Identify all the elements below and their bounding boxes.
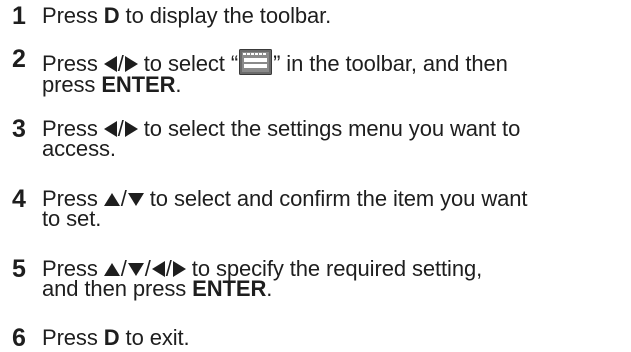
key-d: D: [103, 3, 120, 28]
right-triangle-icon: [172, 261, 186, 277]
step-text-part: and then press: [42, 276, 193, 301]
up-triangle-icon: [103, 263, 120, 276]
key-enter: ENTER: [192, 276, 267, 301]
step-number: 3: [12, 115, 26, 143]
step-number: 4: [12, 185, 26, 213]
step-text: Press D to exit.: [42, 325, 190, 350]
step-2: 2 Press / to select “ ” in the toolbar, …: [12, 45, 508, 97]
step-line-1: Press / to select the settings menu you …: [42, 116, 521, 141]
step-text: Press D to display the toolbar.: [42, 3, 332, 28]
step-number: 1: [12, 2, 26, 30]
settings-menu-icon: [239, 49, 273, 75]
step-text: Press / to select the settings menu you …: [42, 116, 521, 161]
step-line-1: Press / to select “ ” in the toolbar, an…: [42, 49, 508, 75]
step-text-part: press: [42, 72, 102, 97]
down-triangle-icon: [127, 193, 144, 206]
step-line-2: press ENTER.: [42, 72, 508, 97]
step-text-part: Press: [42, 3, 104, 28]
step-text: Press / to select “ ” in the toolbar, an…: [42, 49, 508, 97]
step-text: Press / to select and confirm the item y…: [42, 186, 528, 231]
step-line-2: and then press ENTER.: [42, 276, 482, 301]
step-text-part: Press: [42, 325, 104, 350]
key-d: D: [103, 325, 120, 350]
step-text-part: access.: [42, 136, 116, 161]
step-5: 5 Press / / / to specify the required sett…: [12, 255, 482, 301]
step-4: 4 Press / to select and confirm the item…: [12, 185, 528, 231]
up-triangle-icon: [103, 193, 120, 206]
down-triangle-icon: [127, 263, 144, 276]
left-triangle-icon: [151, 261, 165, 277]
slash: /: [117, 116, 124, 141]
step-text: Press / / / to specify the required settin…: [42, 258, 482, 301]
step-text-part: .: [266, 276, 273, 301]
step-3: 3 Press / to select the settings menu yo…: [12, 115, 521, 161]
step-text-part: to select the settings menu you want to: [137, 116, 521, 141]
step-number: 6: [12, 324, 26, 352]
step-text-part: ” in the toolbar, and then: [273, 51, 508, 76]
step-number: 5: [12, 255, 26, 283]
left-triangle-icon: [103, 121, 117, 137]
step-number: 2: [12, 45, 26, 73]
step-1: 1 Press D to display the toolbar.: [12, 2, 332, 30]
left-triangle-icon: [103, 56, 117, 72]
slash: /: [120, 186, 127, 211]
step-line-2: to set.: [42, 206, 527, 231]
step-line-2: access.: [42, 136, 520, 161]
step-text-part: .: [175, 72, 182, 97]
step-text-part: to display the toolbar.: [119, 3, 332, 28]
step-text-part: to set.: [42, 206, 102, 231]
step-6: 6 Press D to exit.: [12, 324, 190, 352]
right-triangle-icon: [124, 121, 138, 137]
step-text-part: to select and confirm the item you want: [143, 186, 528, 211]
key-enter: ENTER: [101, 72, 176, 97]
step-text-part: to exit.: [119, 325, 190, 350]
right-triangle-icon: [124, 56, 138, 72]
step-line-1: Press / to select and confirm the item y…: [42, 186, 528, 211]
